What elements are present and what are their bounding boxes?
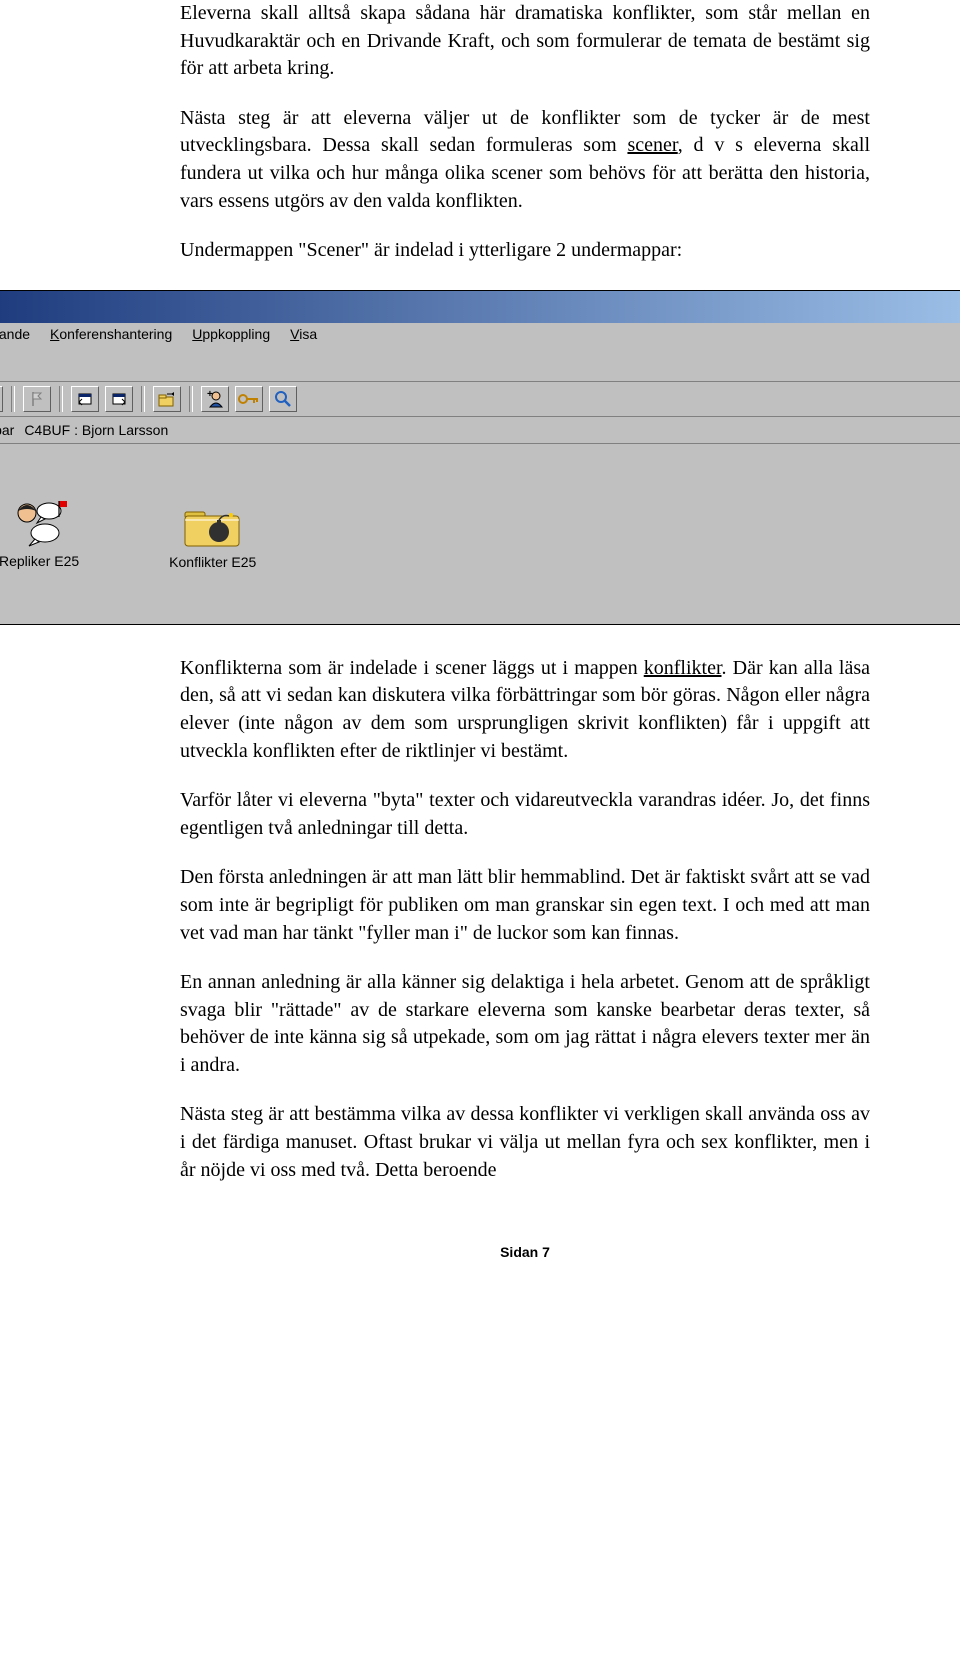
toolbar-button[interactable] bbox=[105, 386, 133, 412]
menu-label: isa bbox=[299, 326, 317, 342]
status-info: 1 Fil 2 Mappar bbox=[0, 422, 14, 438]
menu-uppkoppling[interactable]: Uppkoppling bbox=[192, 326, 270, 342]
toolbar-separator bbox=[59, 386, 63, 412]
toolbar-flag-button[interactable] bbox=[23, 386, 51, 412]
menu-hjalp[interactable]: Hjälp bbox=[0, 362, 960, 378]
toolbar-add-user-button[interactable]: + bbox=[201, 386, 229, 412]
folder-konflikter[interactable]: Konflikter E25 bbox=[169, 498, 256, 570]
toolbar-search-button[interactable] bbox=[269, 386, 297, 412]
folder-label: Repliker E25 bbox=[0, 553, 79, 569]
menu-label: onferenshantering bbox=[59, 326, 172, 342]
toolbar-key-button[interactable] bbox=[235, 386, 263, 412]
menu-label: eddelande bbox=[0, 326, 30, 342]
folder-list-area: Repliker E25 Konflikter E25 bbox=[0, 444, 960, 624]
toolbar-button[interactable] bbox=[0, 386, 3, 412]
paragraph: Nästa steg är att eleverna väljer ut de … bbox=[180, 105, 870, 215]
paragraph: Eleverna skall alltså skapa sådana här d… bbox=[180, 0, 870, 83]
paragraph: Varför låter vi eleverna "byta" texter o… bbox=[180, 787, 870, 842]
paragraph: Konflikterna som är indelade i scener lä… bbox=[180, 655, 870, 765]
underlined-word: scener bbox=[627, 134, 677, 156]
paragraph: Den första anledningen är att man lätt b… bbox=[180, 864, 870, 947]
toolbar: + bbox=[0, 382, 960, 417]
menu-meddelande[interactable]: Meddelande bbox=[0, 326, 30, 342]
page-number: Sidan 7 bbox=[180, 1244, 870, 1260]
toolbar-separator bbox=[11, 386, 15, 412]
text: Konflikterna som är indelade i scener lä… bbox=[180, 657, 644, 679]
toolbar-folder-up-button[interactable] bbox=[153, 386, 181, 412]
paragraph: En annan anledning är alla känner sig de… bbox=[180, 969, 870, 1079]
menu-visa[interactable]: Visa bbox=[290, 326, 317, 342]
toolbar-separator bbox=[189, 386, 193, 412]
toolbar-separator bbox=[141, 386, 145, 412]
menu-label: ppkoppling bbox=[202, 326, 270, 342]
menubar: Arkiv Redigera Meddelande Konferenshante… bbox=[0, 323, 960, 382]
repliker-icon bbox=[9, 499, 69, 549]
window-title: Scener E25 bbox=[0, 298, 960, 315]
toolbar-button[interactable] bbox=[71, 386, 99, 412]
folder-repliker[interactable]: Repliker E25 bbox=[0, 499, 79, 569]
folder-label: Konflikter E25 bbox=[169, 554, 256, 570]
statusbar: Konferens 1 Fil 2 Mappar C4BUF : Bjorn L… bbox=[0, 417, 960, 444]
status-user: C4BUF : Bjorn Larsson bbox=[24, 422, 168, 438]
window-titlebar: Scener E25 bbox=[0, 291, 960, 323]
underlined-word: konflikter bbox=[644, 657, 722, 679]
paragraph: Nästa steg är att bestämma vilka av dess… bbox=[180, 1101, 870, 1184]
svg-text:+: + bbox=[207, 389, 213, 400]
embedded-window-screenshot: Scener E25 Arkiv Redigera Meddelande Kon… bbox=[0, 290, 960, 625]
menu-konferenshantering[interactable]: Konferenshantering bbox=[50, 326, 172, 342]
paragraph: Undermappen "Scener" är indelad i ytterl… bbox=[180, 237, 870, 265]
folder-bomb-icon bbox=[181, 498, 245, 550]
